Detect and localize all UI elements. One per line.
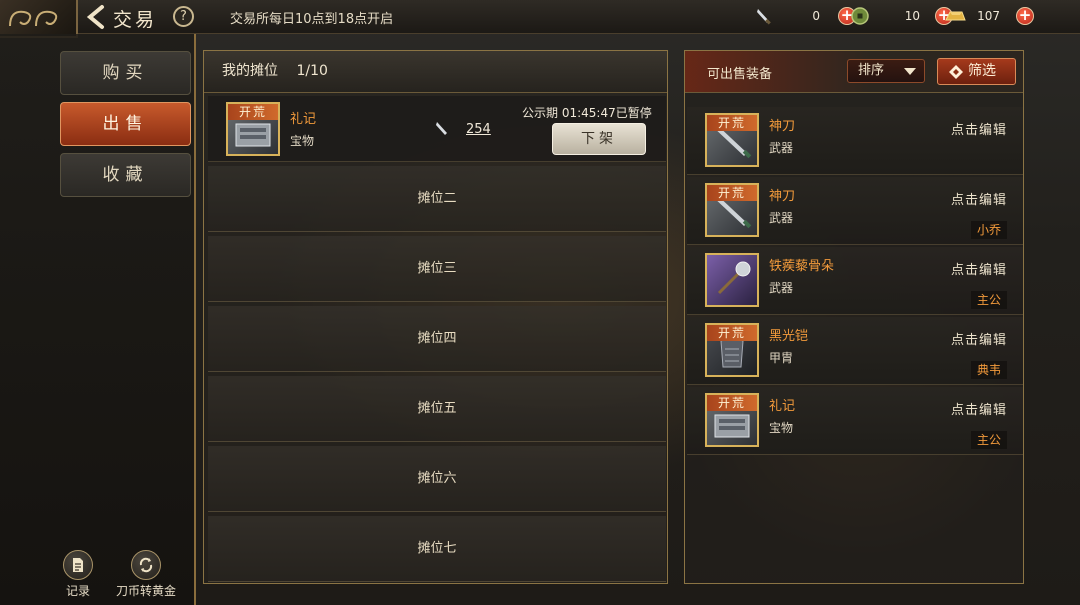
item-tag: 开荒	[707, 325, 757, 341]
filter-icon	[949, 65, 963, 79]
my-stalls-panel: 我的摊位 1/10 开荒 礼记 宝物 254 公示期 01:45:47已暂停 下…	[203, 50, 668, 584]
sellable-header: 可出售装备 排序 筛选	[685, 51, 1023, 93]
sellable-title: 可出售装备	[707, 67, 773, 82]
currency-gold: 107 +	[944, 5, 1034, 27]
item-type: 武器	[769, 141, 794, 155]
item-tag: 开荒	[228, 104, 278, 120]
add-gold-button[interactable]: +	[1016, 7, 1034, 25]
item-type: 武器	[769, 281, 794, 295]
delist-button[interactable]: 下架	[552, 123, 646, 155]
owner-tag: 主公	[970, 291, 1007, 309]
item-name: 黑光铠	[769, 329, 809, 344]
item-type: 甲胄	[769, 351, 794, 365]
my-stalls-title: 我的摊位	[222, 63, 278, 79]
owner-tag: 小乔	[970, 221, 1007, 239]
stall-slot-listed[interactable]: 开荒 礼记 宝物 254 公示期 01:45:47已暂停 下架	[208, 96, 666, 162]
currency-amount: 0	[812, 9, 820, 23]
currency-blade: 0 +	[754, 5, 856, 27]
back-button[interactable]	[84, 4, 108, 30]
item-type: 武器	[769, 211, 794, 225]
sort-label: 排序	[858, 63, 885, 78]
stall-slot-empty[interactable]: 摊位五	[208, 376, 666, 442]
tab-favorites[interactable]: 收藏	[60, 153, 191, 197]
exchange-label: 刀币转黄金	[115, 584, 176, 598]
item-name: 神刀	[769, 189, 796, 204]
exchange-icon	[139, 557, 153, 573]
equipment-row[interactable]: 开荒 黑光铠 甲胄 点击编辑 典韦	[687, 317, 1023, 385]
stall-slot-empty[interactable]: 摊位四	[208, 306, 666, 372]
stall-slot-empty[interactable]: 摊位三	[208, 236, 666, 302]
chevron-down-icon	[904, 68, 916, 75]
stall-slot-empty[interactable]: 摊位七	[208, 516, 666, 582]
equipment-row[interactable]: 铁蒺藜骨朵 武器 点击编辑 主公	[687, 247, 1023, 315]
my-stalls-header: 我的摊位 1/10	[204, 51, 667, 93]
sellable-equipment-panel: 可出售装备 排序 筛选 开荒 神刀 武器 点击编辑 开荒 神刀 武器 点击编辑 …	[684, 50, 1024, 584]
equipment-row[interactable]: 开荒 神刀 武器 点击编辑 小乔	[687, 177, 1023, 245]
item-type: 宝物	[290, 134, 315, 148]
item-thumbnail: 开荒	[226, 102, 280, 156]
item-thumbnail: 开荒	[705, 323, 759, 377]
item-type: 宝物	[769, 421, 794, 435]
item-thumbnail	[705, 253, 759, 307]
currency-jade: 10 +	[850, 5, 953, 27]
item-name: 铁蒺藜骨朵	[769, 259, 835, 274]
owner-tag: 典韦	[970, 361, 1007, 379]
edit-link[interactable]: 点击编辑	[951, 399, 1007, 418]
stall-slot-empty[interactable]: 摊位二	[208, 166, 666, 232]
filter-label: 筛选	[968, 63, 996, 79]
edit-link[interactable]: 点击编辑	[951, 329, 1007, 348]
item-thumbnail: 开荒	[705, 113, 759, 167]
opening-hours-notice: 交易所每日10点到18点开启	[230, 12, 394, 27]
listing-price: 254	[466, 122, 491, 137]
mace-icon	[717, 261, 751, 295]
edit-link[interactable]: 点击编辑	[951, 259, 1007, 278]
left-nav: 购买 出售 收藏 记录 刀币转黄金	[0, 34, 196, 605]
item-tag: 开荒	[707, 185, 757, 201]
owner-tag: 主公	[970, 431, 1007, 449]
filter-button[interactable]: 筛选	[937, 58, 1016, 85]
item-tag: 开荒	[707, 395, 757, 411]
exchange-button[interactable]: 刀币转黄金	[106, 550, 186, 599]
corner-ornament	[0, 0, 78, 38]
item-name: 神刀	[769, 119, 796, 134]
ornament-icon	[9, 10, 58, 27]
edit-link[interactable]: 点击编辑	[951, 119, 1007, 138]
currency-amount: 10	[904, 9, 920, 23]
record-label: 记录	[65, 584, 90, 598]
blade-coin-icon	[757, 9, 771, 25]
page-title: 交易	[113, 9, 158, 31]
equipment-row[interactable]: 开荒 神刀 武器 点击编辑	[687, 107, 1023, 175]
record-icon	[73, 558, 83, 572]
currency-amount: 107	[977, 9, 1000, 23]
item-name: 礼记	[290, 112, 317, 127]
stall-slot-empty[interactable]: 摊位六	[208, 446, 666, 512]
publicity-timer: 公示期 01:45:47已暂停	[522, 106, 652, 120]
top-bar: 交易 ? 交易所每日10点到18点开启 0 + 10 + 107 +	[0, 0, 1080, 38]
gold-ingot-icon	[945, 11, 966, 21]
item-thumbnail: 开荒	[705, 183, 759, 237]
tab-buy[interactable]: 购买	[60, 51, 191, 95]
item-name: 礼记	[769, 399, 796, 414]
sort-dropdown[interactable]: 排序	[847, 59, 925, 83]
item-tag: 开荒	[707, 115, 757, 131]
record-button[interactable]: 记录	[58, 550, 98, 599]
stall-count: 1/10	[296, 63, 328, 79]
equipment-row[interactable]: 开荒 礼记 宝物 点击编辑 主公	[687, 387, 1023, 455]
chevron-left-icon	[86, 5, 104, 29]
help-button[interactable]: ?	[173, 6, 194, 27]
edit-link[interactable]: 点击编辑	[951, 189, 1007, 208]
item-thumbnail: 开荒	[705, 393, 759, 447]
jade-coin-icon	[851, 7, 869, 25]
tab-sell[interactable]: 出售	[60, 102, 191, 146]
blade-coin-icon	[436, 122, 447, 135]
